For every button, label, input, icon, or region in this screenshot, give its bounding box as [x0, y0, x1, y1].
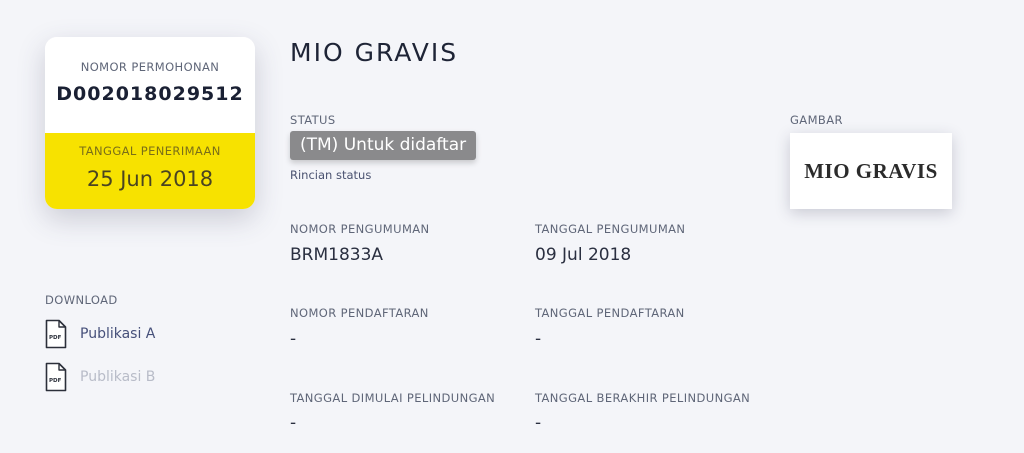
- trademark-image[interactable]: MIO GRAVIS: [790, 133, 952, 209]
- registration-number-value: -: [290, 329, 297, 349]
- received-date-caption: TANGGAL PENERIMAAN: [79, 144, 221, 158]
- announcement-number-value: BRM1833A: [290, 245, 384, 265]
- registration-number-caption: NOMOR PENDAFTARAN: [290, 306, 429, 320]
- status-details-link[interactable]: Rincian status: [290, 168, 371, 182]
- trademark-logo-text: MIO GRAVIS: [804, 158, 938, 183]
- image-caption: GAMBAR: [790, 113, 843, 127]
- page-title: MIO GRAVIS: [290, 38, 459, 67]
- svg-text:PDF: PDF: [49, 335, 62, 341]
- protection-start-caption: TANGGAL DIMULAI PELINDUNGAN: [290, 391, 496, 405]
- svg-text:PDF: PDF: [49, 378, 62, 384]
- application-card: NOMOR PERMOHONAN D002018029512 TANGGAL P…: [45, 37, 255, 209]
- announcement-number-caption: NOMOR PENGUMUMAN: [290, 222, 430, 236]
- application-number: D002018029512: [56, 83, 244, 105]
- application-number-section: NOMOR PERMOHONAN D002018029512: [45, 37, 255, 133]
- download-publikasi-a-link[interactable]: PDF Publikasi A: [45, 319, 155, 349]
- received-date-section: TANGGAL PENERIMAAN 25 Jun 2018: [45, 133, 255, 209]
- announcement-date-value: 09 Jul 2018: [535, 245, 632, 265]
- download-item-label: Publikasi B: [80, 369, 156, 385]
- protection-end-value: -: [535, 413, 542, 433]
- status-badge: (TM) Untuk didaftar: [290, 131, 477, 160]
- download-publikasi-b-link[interactable]: PDF Publikasi B: [45, 362, 155, 392]
- pdf-file-icon: PDF: [45, 362, 67, 392]
- received-date: 25 Jun 2018: [86, 167, 214, 191]
- announcement-date-caption: TANGGAL PENGUMUMAN: [535, 222, 686, 236]
- download-title: DOWNLOAD: [45, 293, 118, 307]
- registration-date-caption: TANGGAL PENDAFTARAN: [535, 306, 685, 320]
- protection-start-value: -: [290, 413, 297, 433]
- download-item-label: Publikasi A: [80, 326, 156, 342]
- status-caption: STATUS: [290, 113, 336, 127]
- pdf-file-icon: PDF: [45, 319, 67, 349]
- application-number-caption: NOMOR PERMOHONAN: [80, 60, 220, 74]
- protection-end-caption: TANGGAL BERAKHIR PELINDUNGAN: [535, 391, 751, 405]
- registration-date-value: -: [535, 329, 542, 349]
